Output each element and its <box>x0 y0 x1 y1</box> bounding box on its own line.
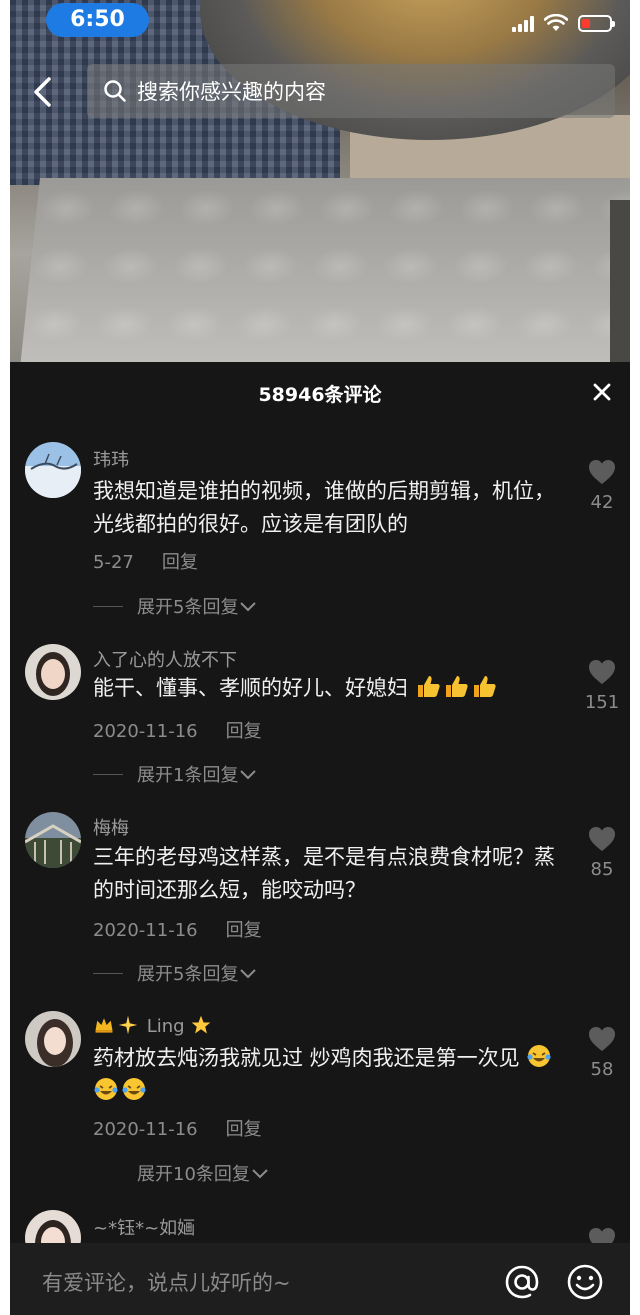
comment-text: 药材放去炖汤我就见过 炒鸡肉我还是第一次见 <box>93 1042 573 1108</box>
reply-button[interactable]: 回复 <box>162 552 198 573</box>
thumbs-up-icon <box>417 676 440 697</box>
divider <box>93 605 123 607</box>
battery-level <box>582 19 590 28</box>
comment-date: 2020-11-16 <box>93 1119 198 1140</box>
expand-replies-label: 展开5条回复 <box>137 597 239 618</box>
status-icons <box>512 10 615 32</box>
search-icon <box>104 80 126 102</box>
close-icon <box>593 383 611 401</box>
avatar[interactable] <box>25 812 81 868</box>
heart-icon <box>589 827 615 851</box>
close-button[interactable] <box>590 380 614 404</box>
expand-replies-button[interactable]: 展开5条回复 <box>93 593 258 619</box>
like-button[interactable]: 151 <box>580 658 624 713</box>
avatar-image <box>25 442 81 498</box>
comments-panel: 58946条评论 玮玮 我想知道是谁拍的视频，谁做的后期剪辑，机位，光线都拍的很… <box>10 362 630 1315</box>
signal-icon <box>512 16 534 32</box>
divider <box>93 972 123 974</box>
chevron-down-icon <box>252 1169 268 1179</box>
heart-icon <box>589 460 615 484</box>
comment-meta: 2020-11-16 回复 <box>93 717 262 743</box>
comment-username[interactable]: ~*钰*~如婳 <box>93 1214 195 1240</box>
comment-text: 三年的老母鸡这样蒸，是不是有点浪费食材呢？蒸的时间还那么短，能咬动吗？ <box>93 845 555 902</box>
star-icon <box>192 1015 211 1034</box>
divider <box>93 773 123 775</box>
heart-icon <box>589 1027 615 1051</box>
comment-date: 2020-11-16 <box>93 721 198 742</box>
reply-button[interactable]: 回复 <box>226 920 262 941</box>
comments-header: 58946条评论 <box>10 362 630 424</box>
expand-replies-button[interactable]: 展开10条回复 <box>93 1160 270 1186</box>
avatar-image <box>25 1011 81 1067</box>
like-button[interactable]: 85 <box>580 825 624 880</box>
comment-input-bar: 有爱评论，说点儿好听的~ <box>10 1243 630 1315</box>
back-button[interactable] <box>22 70 62 114</box>
emoji-button[interactable] <box>566 1263 604 1301</box>
like-count: 58 <box>590 1059 614 1080</box>
back-arrow-icon <box>34 77 51 107</box>
comment-meta: 2020-11-16 回复 <box>93 916 262 942</box>
chevron-down-icon <box>240 969 257 979</box>
reply-button[interactable]: 回复 <box>226 1119 262 1140</box>
like-count: 85 <box>590 859 614 880</box>
sparkles-icon <box>118 1015 138 1035</box>
thumbs-up-icon <box>445 676 468 697</box>
chevron-down-icon <box>240 602 257 612</box>
comment-username[interactable]: Ling <box>93 1014 214 1037</box>
expand-replies-button[interactable]: 展开5条回复 <box>93 960 258 986</box>
wifi-icon <box>544 14 568 31</box>
comments-count-title: 58946条评论 <box>258 384 382 406</box>
comment-input[interactable]: 有爱评论，说点儿好听的~ <box>20 1251 500 1311</box>
video-preview[interactable]: 6:50 搜索你感兴趣的内容 <box>10 0 630 362</box>
avatar[interactable] <box>25 644 81 700</box>
avatar-image <box>25 812 81 868</box>
comment-username[interactable]: 玮玮 <box>93 446 129 472</box>
comment-date: 5-27 <box>93 552 134 573</box>
comment-text-body: 能干、懂事、孝顺的好儿、好媳妇 <box>93 676 408 700</box>
comment-username-text: Ling <box>146 1016 185 1037</box>
expand-replies-label: 展开1条回复 <box>137 765 239 786</box>
comment-username[interactable]: 入了心的人放不下 <box>93 646 237 672</box>
comment-meta: 2020-11-16 回复 <box>93 1115 262 1141</box>
crown-icon <box>95 1018 113 1033</box>
comment-date: 2020-11-16 <box>93 920 198 941</box>
expand-replies-label: 展开5条回复 <box>137 964 239 985</box>
search-input[interactable]: 搜索你感兴趣的内容 <box>87 64 615 118</box>
reply-button[interactable]: 回复 <box>226 721 262 742</box>
chevron-down-icon <box>240 770 257 780</box>
search-placeholder: 搜索你感兴趣的内容 <box>137 80 326 104</box>
phone-screen: 6:50 搜索你感兴趣的内容 58946条评论 玮玮 我想知道是谁拍的视频，谁做… <box>10 0 630 1315</box>
heart-icon <box>589 660 615 684</box>
like-count: 42 <box>590 492 614 513</box>
laughing-tears-icon <box>527 1045 551 1067</box>
laughing-tears-icon <box>122 1078 146 1100</box>
comment-username[interactable]: 梅梅 <box>93 814 129 840</box>
battery-icon <box>578 15 615 32</box>
emoji-icon <box>567 1264 603 1300</box>
expand-replies-label: 展开10条回复 <box>137 1164 250 1185</box>
divider <box>93 1173 123 1174</box>
like-button[interactable]: 58 <box>580 1025 624 1080</box>
like-button[interactable]: 42 <box>580 458 624 513</box>
comment-text-body: 药材放去炖汤我就见过 炒鸡肉我还是第一次见 <box>93 1046 520 1070</box>
avatar[interactable] <box>25 1011 81 1067</box>
status-time: 6:50 <box>46 3 149 37</box>
avatar[interactable] <box>25 442 81 498</box>
video-stove <box>20 178 630 362</box>
video-edge <box>610 200 630 362</box>
comment-meta: 5-27 回复 <box>93 548 198 574</box>
comment-text: 我想知道是谁拍的视频，谁做的后期剪辑，机位，光线都拍的很好。应该是有团队的 <box>93 479 555 536</box>
avatar-image <box>25 644 81 700</box>
at-icon <box>505 1265 539 1299</box>
comment-text: 能干、懂事、孝顺的好儿、好媳妇 <box>93 672 573 705</box>
laughing-tears-icon <box>94 1078 118 1100</box>
like-count: 151 <box>584 692 620 713</box>
mention-button[interactable] <box>503 1263 541 1301</box>
thumbs-up-icon <box>473 676 496 697</box>
expand-replies-button[interactable]: 展开1条回复 <box>93 761 258 787</box>
